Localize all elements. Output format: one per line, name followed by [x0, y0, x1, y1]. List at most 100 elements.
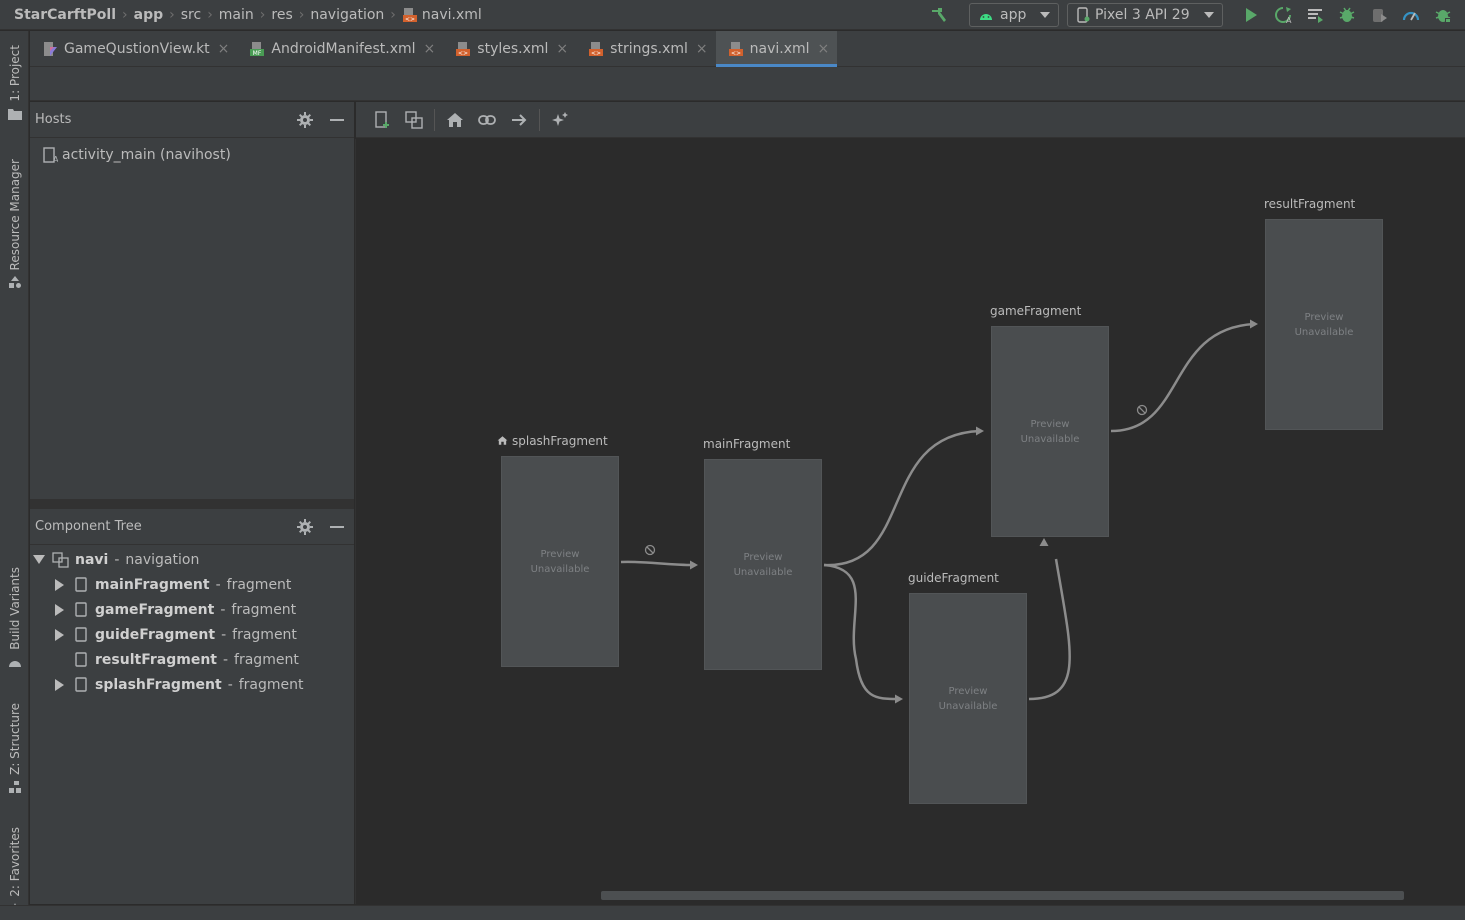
minimize-icon[interactable]	[328, 518, 346, 536]
device-select[interactable]: Pixel 3 API 29	[1067, 3, 1223, 27]
tab-androidmanifest[interactable]: MF AndroidManifest.xml ×	[237, 31, 443, 66]
structure-icon	[8, 780, 21, 793]
breadcrumb-separator: ›	[259, 6, 266, 23]
close-icon[interactable]: ×	[218, 41, 230, 57]
destination-splash[interactable]: Preview Unavailable	[501, 456, 619, 667]
tree-root-navi[interactable]: navi - navigation	[30, 547, 354, 572]
panel-splitter[interactable]	[30, 499, 354, 509]
expand-arrow-icon[interactable]	[55, 603, 64, 616]
bug-icon[interactable]	[1431, 3, 1455, 27]
gear-icon[interactable]	[296, 518, 314, 536]
add-action-icon[interactable]	[509, 110, 529, 130]
close-icon[interactable]: ×	[556, 41, 568, 57]
destination-game[interactable]: Preview Unavailable	[991, 326, 1109, 537]
close-icon[interactable]: ×	[424, 41, 436, 57]
tree-item-resultfragment[interactable]: resultFragment - fragment	[30, 647, 354, 672]
tab-gamequstionview[interactable]: GameQustionView.kt ×	[30, 31, 237, 66]
breadcrumb-module[interactable]: app	[134, 0, 164, 30]
destination-name: gameFragment	[990, 304, 1082, 318]
tree-item-mainfragment[interactable]: mainFragment - fragment	[30, 572, 354, 597]
tool-window-build-variants-label: Build Variants	[7, 567, 22, 650]
preview-text: Unavailable	[530, 563, 590, 575]
destination-result[interactable]: Preview Unavailable	[1265, 219, 1383, 430]
preview-text: Unavailable	[938, 700, 998, 712]
run-icon[interactable]	[1239, 3, 1263, 27]
breadcrumb-separator: ›	[207, 6, 213, 23]
destination-main[interactable]: Preview Unavailable	[704, 459, 822, 670]
action-main-guide[interactable]	[823, 563, 899, 701]
hammer-build-icon[interactable]	[927, 3, 951, 27]
status-bar	[0, 905, 1465, 920]
run-config-select[interactable]: app	[969, 3, 1059, 27]
tool-window-favorites[interactable]: 2: Favorites	[0, 827, 29, 915]
tool-window-resource-manager[interactable]: Resource Manager	[0, 159, 29, 289]
arrow-head-icon	[1250, 319, 1258, 329]
tool-window-project[interactable]: 1: Project	[0, 45, 29, 120]
action-main-game[interactable]	[823, 429, 981, 567]
tree-item-splashfragment[interactable]: splashFragment - fragment	[30, 672, 354, 697]
profile-icon[interactable]	[1399, 3, 1423, 27]
tool-window-build-variants[interactable]: Build Variants	[0, 567, 29, 668]
new-destination-icon[interactable]	[372, 110, 392, 130]
destination-guide[interactable]: Preview Unavailable	[909, 593, 1027, 804]
action-game-result[interactable]	[1110, 322, 1255, 433]
expand-arrow-icon[interactable]	[55, 628, 64, 641]
svg-text:<>: <>	[591, 50, 601, 57]
apply-changes-icon[interactable]: A	[1271, 3, 1295, 27]
manifest-file-icon: MF	[250, 41, 265, 57]
add-deep-link-icon[interactable]	[477, 110, 497, 130]
phone-icon	[1077, 7, 1090, 23]
close-icon[interactable]: ×	[818, 41, 830, 57]
tool-window-structure[interactable]: Z: Structure	[0, 703, 29, 793]
run-toolbar: app Pixel 3 API 29 A	[923, 0, 1465, 30]
tab-strings[interactable]: <> strings.xml ×	[576, 31, 715, 66]
debug-icon[interactable]	[1335, 3, 1359, 27]
destination-name: resultFragment	[1264, 197, 1356, 211]
host-item[interactable]: A activity_main (navihost)	[30, 138, 354, 172]
tree-item-guidefragment[interactable]: guideFragment - fragment	[30, 622, 354, 647]
breadcrumb-project[interactable]: StarCarftPoll	[14, 0, 116, 30]
breadcrumb-file[interactable]: <> navi.xml	[402, 0, 482, 30]
breadcrumb-separator: ›	[298, 6, 305, 23]
tree-item-gamefragment[interactable]: gameFragment - fragment	[30, 597, 354, 622]
tree-item-name: gameFragment	[95, 601, 215, 618]
preview-text: Preview	[540, 548, 580, 560]
action-splash-main[interactable]	[620, 560, 695, 567]
folder-icon	[7, 108, 22, 120]
tab-styles[interactable]: <> styles.xml ×	[443, 31, 576, 66]
apply-code-changes-icon[interactable]	[1303, 3, 1327, 27]
minimize-icon[interactable]	[328, 111, 346, 129]
expand-arrow-icon[interactable]	[55, 678, 64, 691]
navigation-canvas[interactable]: splashFragment Preview Unavailable mainFrag…	[355, 139, 1465, 904]
svg-text:<>: <>	[731, 50, 741, 57]
gear-icon[interactable]	[296, 111, 314, 129]
preview-text: Preview	[1304, 311, 1344, 323]
breadcrumb-src[interactable]: src	[181, 0, 201, 30]
action-guide-game[interactable]	[1028, 558, 1071, 701]
tool-window-structure-label: Z: Structure	[7, 703, 22, 775]
attach-debugger-icon[interactable]	[1367, 3, 1391, 27]
tree-item-type: fragment	[226, 576, 292, 593]
breadcrumb-separator: ›	[122, 6, 128, 23]
design-toolbar	[356, 102, 1465, 138]
horizontal-scrollbar[interactable]	[601, 891, 1404, 900]
auto-arrange-icon[interactable]	[550, 110, 570, 130]
resource-icon	[8, 276, 21, 289]
fragment-icon	[75, 677, 87, 692]
arrow-head-icon	[976, 426, 984, 436]
breadcrumb-navigation[interactable]: navigation	[310, 0, 384, 30]
fragment-icon	[75, 577, 87, 592]
breadcrumb-res[interactable]: res	[271, 0, 292, 30]
nested-graph-icon[interactable]	[404, 110, 424, 130]
tree-root-type: navigation	[125, 551, 200, 568]
preview-text: Unavailable	[733, 566, 793, 578]
tree-item-name: resultFragment	[95, 651, 217, 668]
expand-arrow-icon[interactable]	[55, 578, 64, 591]
breadcrumb-main[interactable]: main	[219, 0, 254, 30]
expand-arrow-icon[interactable]	[33, 555, 45, 564]
tab-navi[interactable]: <> navi.xml ×	[715, 31, 838, 67]
close-icon[interactable]: ×	[696, 41, 708, 57]
tree-item-name: mainFragment	[95, 576, 210, 593]
assign-start-icon[interactable]	[445, 110, 465, 130]
tab-androidmanifest-label: AndroidManifest.xml	[271, 40, 416, 57]
